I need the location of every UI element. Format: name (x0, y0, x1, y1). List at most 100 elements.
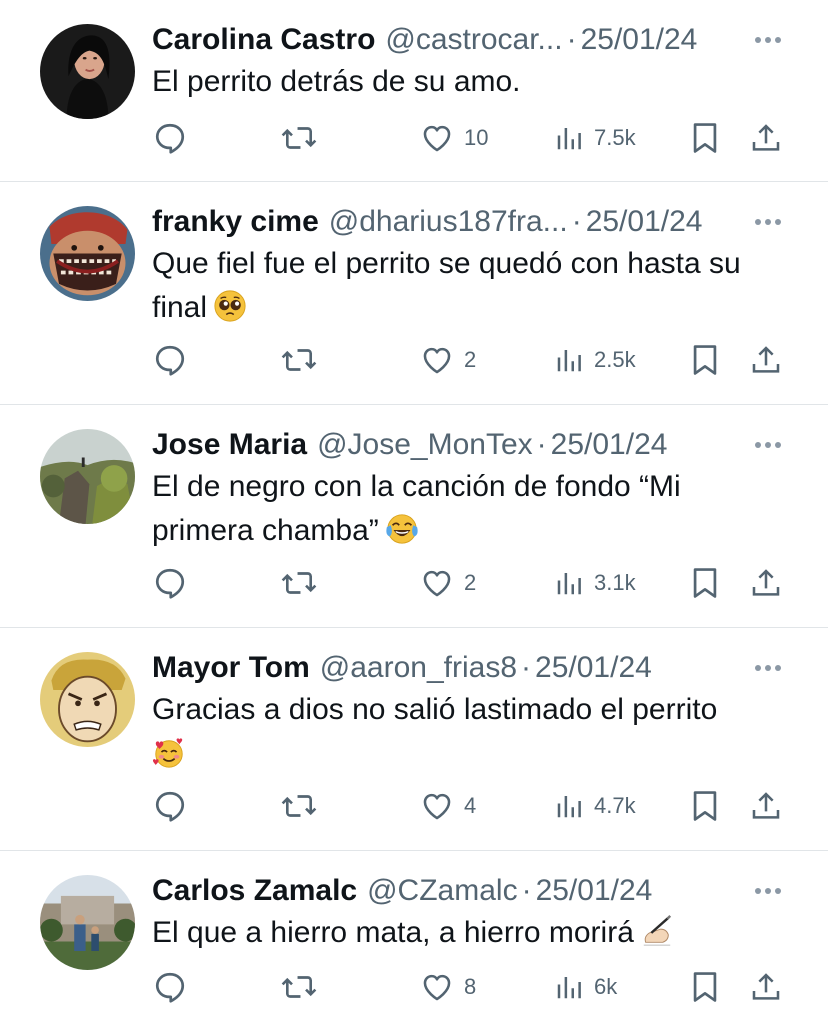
tweet-date[interactable]: 25/01/24 (536, 873, 653, 909)
like-button[interactable]: 4 (420, 786, 476, 826)
reply-button[interactable] (152, 563, 188, 603)
user-handle[interactable]: @dharius187fra... (329, 204, 568, 240)
tweet-text: El que a hierro mata, a hierro morirá (152, 911, 784, 955)
retweet-icon (280, 788, 318, 824)
bookmark-icon (690, 970, 720, 1004)
avatar[interactable] (40, 24, 135, 119)
retweet-button[interactable] (280, 563, 318, 603)
share-button[interactable] (750, 340, 782, 380)
separator-dot: · (521, 651, 532, 684)
writing-hand-emoji (640, 914, 674, 948)
separator-dot: · (536, 428, 547, 461)
tweet-text-content: El perrito detrás de su amo. (152, 65, 521, 98)
tweet-text: Gracias a dios no salió lastimado el per… (152, 688, 784, 770)
tweet[interactable]: Mayor Tom @aaron_frias8 · 25/01/24 Graci… (0, 628, 828, 851)
like-button[interactable]: 8 (420, 967, 476, 1007)
bookmark-button[interactable] (690, 563, 720, 603)
share-button[interactable] (750, 563, 782, 603)
reply-icon (152, 120, 188, 156)
like-button[interactable]: 10 (420, 118, 488, 158)
action-bar: 4 4.7k (152, 786, 792, 826)
tweet[interactable]: franky cime @dharius187fra... · 25/01/24… (0, 182, 828, 405)
more-icon[interactable] (752, 210, 784, 234)
tweet-date[interactable]: 25/01/24 (586, 204, 703, 240)
share-icon (750, 343, 782, 377)
like-button[interactable]: 2 (420, 563, 476, 603)
avatar[interactable] (40, 429, 135, 524)
share-button[interactable] (750, 118, 782, 158)
display-name[interactable]: Carolina Castro (152, 22, 375, 58)
retweet-icon (280, 969, 318, 1005)
display-name[interactable]: Mayor Tom (152, 650, 310, 686)
reply-button[interactable] (152, 118, 188, 158)
tweet[interactable]: Jose Maria @Jose_MonTex · 25/01/24 El de… (0, 405, 828, 628)
action-bar: 10 7.5k (152, 118, 792, 158)
more-icon[interactable] (752, 879, 784, 903)
more-icon[interactable] (752, 656, 784, 680)
display-name[interactable]: franky cime (152, 204, 319, 240)
more-icon[interactable] (752, 28, 784, 52)
bookmark-icon (690, 789, 720, 823)
reply-button[interactable] (152, 340, 188, 380)
like-count: 2 (464, 570, 477, 595)
bookmark-button[interactable] (690, 786, 720, 826)
views-button[interactable]: 7.5k (554, 118, 636, 158)
user-handle[interactable]: @castrocar... (385, 22, 562, 58)
bookmark-icon (690, 566, 720, 600)
bookmark-button[interactable] (690, 118, 720, 158)
separator-dot: · (566, 23, 577, 56)
retweet-button[interactable] (280, 340, 318, 380)
tweet-date[interactable]: 25/01/24 (535, 650, 652, 686)
bookmark-button[interactable] (690, 967, 720, 1007)
like-count: 4 (464, 793, 477, 818)
retweet-button[interactable] (280, 786, 318, 826)
tweet-date[interactable]: 25/01/24 (581, 22, 698, 58)
tweet-text: El perrito detrás de su amo. (152, 60, 784, 104)
tweet[interactable]: Carlos Zamalc @CZamalc · 25/01/24 El que… (0, 851, 828, 1030)
avatar[interactable] (40, 875, 135, 970)
bookmark-button[interactable] (690, 340, 720, 380)
user-handle[interactable]: @CZamalc (367, 873, 517, 909)
avatar[interactable] (40, 206, 135, 301)
bookmark-icon (690, 343, 720, 377)
share-icon (750, 121, 782, 155)
reply-button[interactable] (152, 967, 188, 1007)
heart-icon (420, 343, 454, 377)
reply-icon (152, 969, 188, 1005)
retweet-icon (280, 565, 318, 601)
action-bar: 2 3.1k (152, 563, 792, 603)
reply-button[interactable] (152, 786, 188, 826)
tweet-text-content: Gracias a dios no salió lastimado el per… (152, 693, 718, 726)
reply-icon (152, 565, 188, 601)
display-name[interactable]: Carlos Zamalc (152, 873, 357, 909)
reply-icon (152, 788, 188, 824)
heart-icon (420, 789, 454, 823)
action-bar: 2 2.5k (152, 340, 792, 380)
share-icon (750, 566, 782, 600)
share-button[interactable] (750, 786, 782, 826)
separator-dot: · (521, 874, 532, 907)
display-name[interactable]: Jose Maria (152, 427, 307, 463)
more-icon[interactable] (752, 433, 784, 457)
views-icon (554, 972, 584, 1002)
retweet-button[interactable] (280, 967, 318, 1007)
tweet-date[interactable]: 25/01/24 (551, 427, 668, 463)
retweet-button[interactable] (280, 118, 318, 158)
views-button[interactable]: 3.1k (554, 563, 636, 603)
share-button[interactable] (750, 967, 782, 1007)
views-button[interactable]: 4.7k (554, 786, 636, 826)
like-button[interactable]: 2 (420, 340, 476, 380)
like-count: 8 (464, 974, 477, 999)
views-button[interactable]: 2.5k (554, 340, 636, 380)
separator-dot: · (571, 205, 582, 238)
views-icon (554, 791, 584, 821)
views-icon (554, 345, 584, 375)
user-handle[interactable]: @Jose_MonTex (317, 427, 533, 463)
share-icon (750, 970, 782, 1004)
heart-icon (420, 121, 454, 155)
avatar[interactable] (40, 652, 135, 747)
action-bar: 8 6k (152, 967, 792, 1007)
views-button[interactable]: 6k (554, 967, 617, 1007)
user-handle[interactable]: @aaron_frias8 (320, 650, 517, 686)
tweet[interactable]: Carolina Castro @castrocar... · 25/01/24… (0, 0, 828, 182)
